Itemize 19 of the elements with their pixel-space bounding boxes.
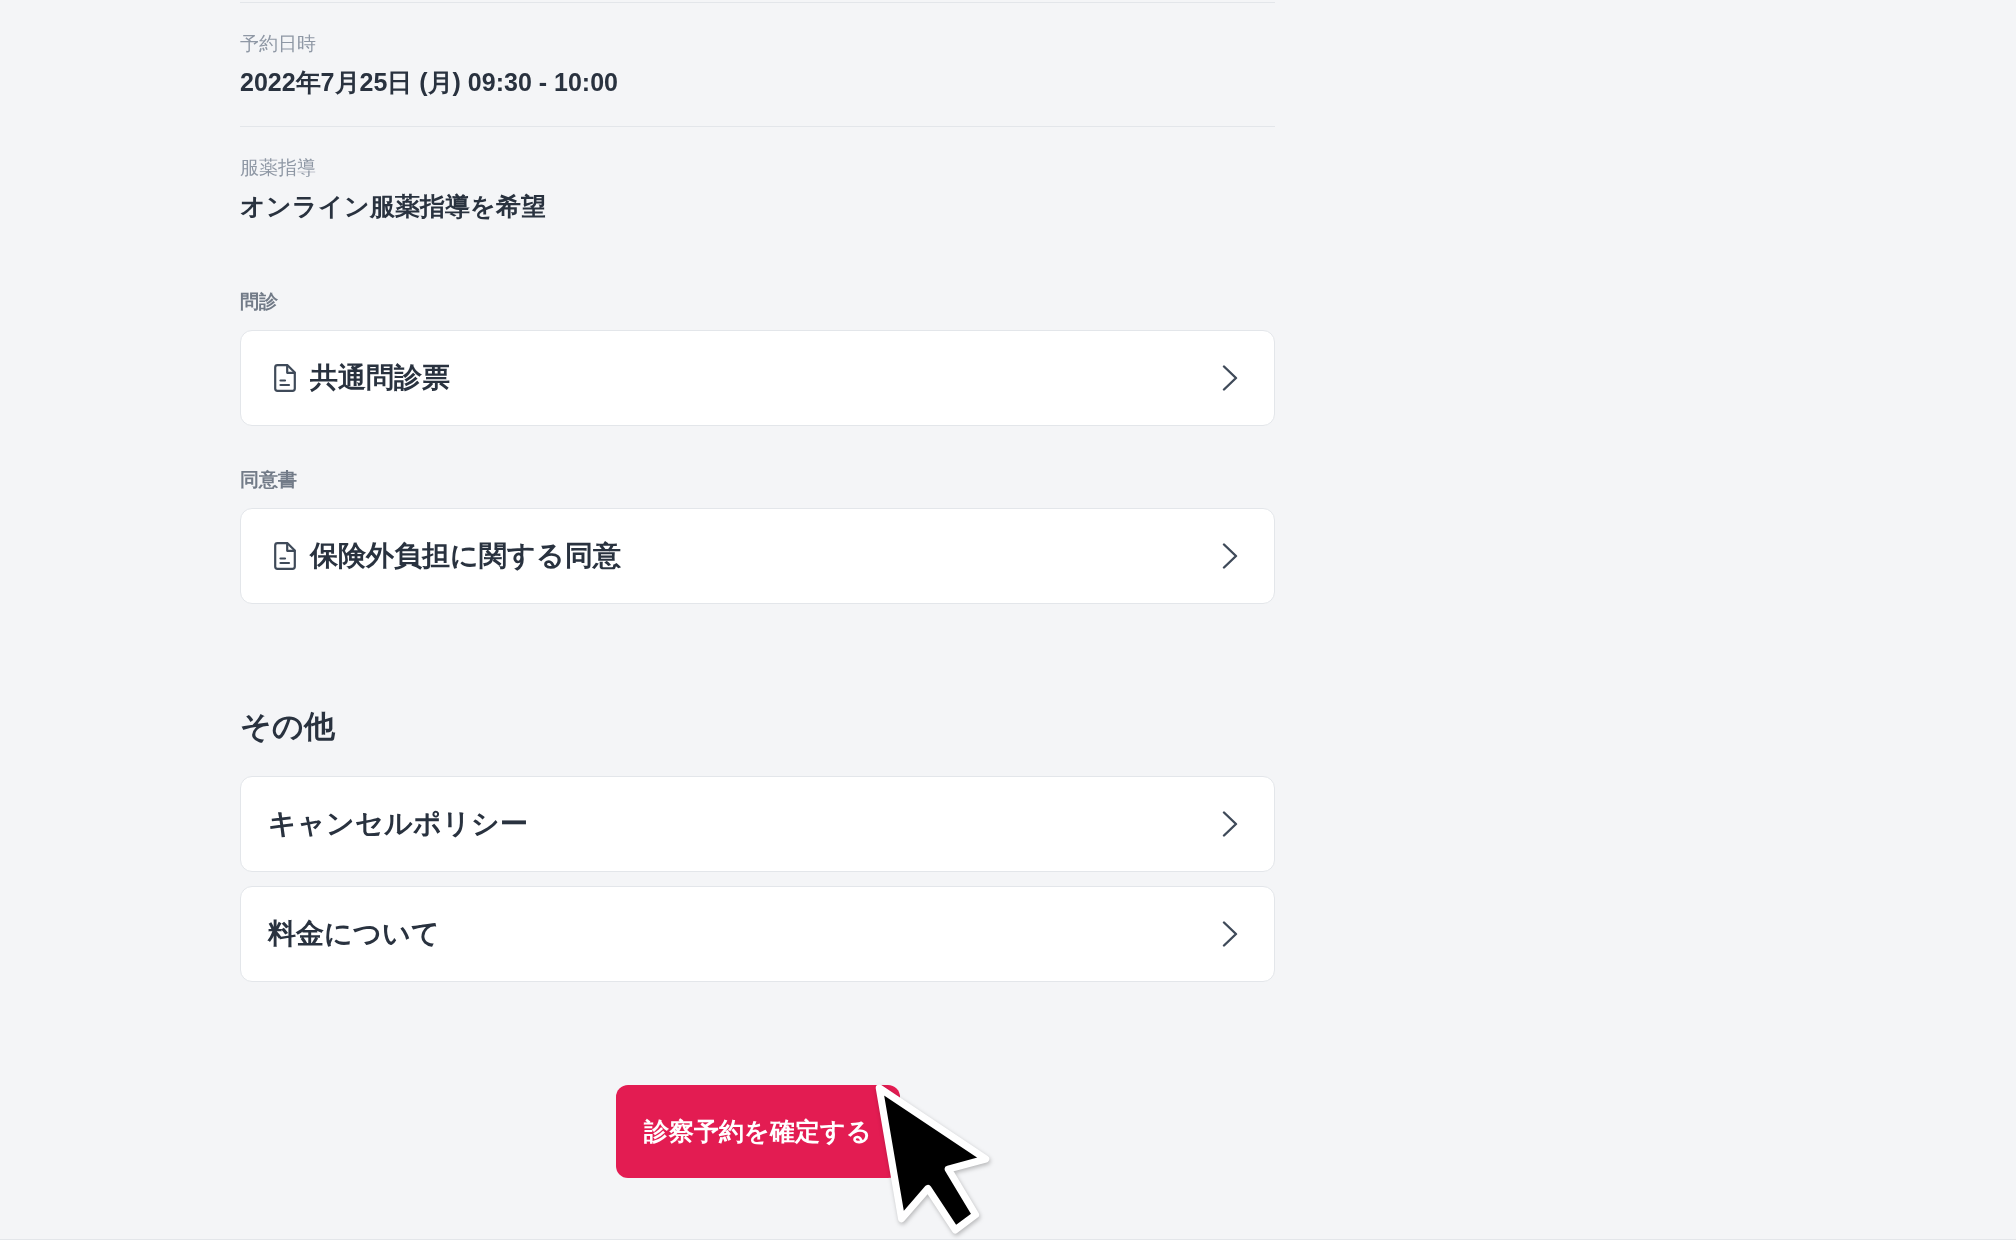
field-value: オンライン服薬指導を希望	[240, 191, 547, 222]
mouse-pointer-icon	[874, 1084, 991, 1236]
confirm-button[interactable]: 診察予約を確定する	[615, 1085, 900, 1178]
field-value: 2022年7月25日 (月) 09:30 - 10:00	[240, 67, 619, 98]
document-row[interactable]: 保険外負担に関する同意	[240, 508, 1275, 604]
document-row[interactable]: 共通問診票	[240, 330, 1275, 426]
document-icon	[274, 364, 296, 392]
field-label: 予約日時	[240, 32, 317, 56]
document-icon	[274, 542, 296, 570]
section-heading: その他	[240, 708, 336, 746]
chevron-right-icon	[1222, 543, 1238, 569]
link-row[interactable]: キャンセルポリシー	[240, 776, 1275, 872]
field-label: 服薬指導	[240, 156, 317, 180]
chevron-right-icon	[1222, 921, 1238, 947]
chevron-right-icon	[1222, 365, 1238, 391]
section-label: 同意書	[240, 468, 298, 492]
chevron-right-icon	[1222, 811, 1238, 837]
link-row[interactable]: 料金について	[240, 886, 1275, 982]
section-label: 問診	[240, 290, 279, 314]
